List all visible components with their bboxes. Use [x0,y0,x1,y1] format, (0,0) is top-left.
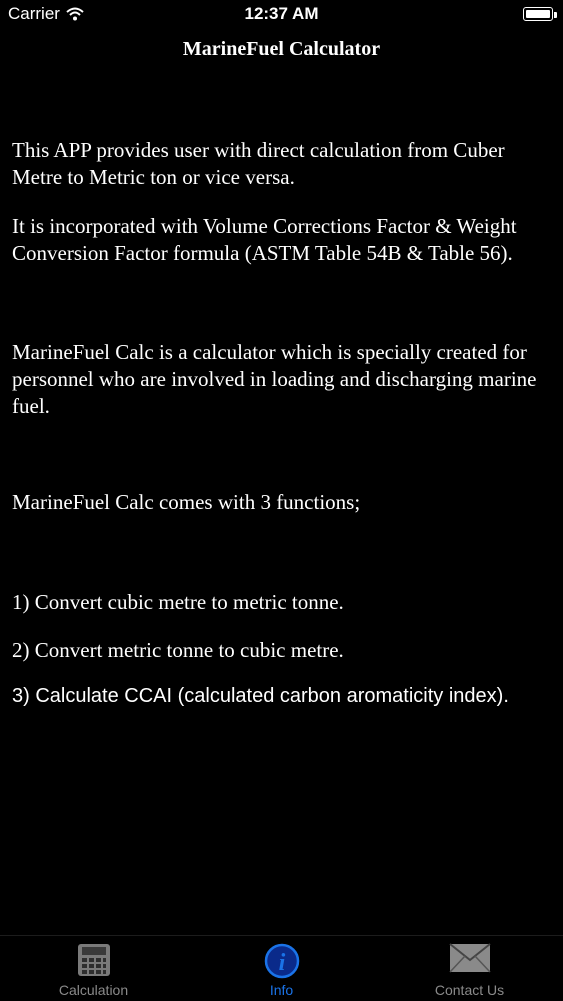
purpose-paragraph: MarineFuel Calc is a calculator which is… [12,340,537,418]
tab-bar: Calculation i Info Contact Us [0,935,563,1001]
tab-calculation-label: Calculation [58,982,129,998]
svg-text:i: i [278,950,285,976]
clock: 12:37 AM [244,4,319,23]
tab-contact[interactable]: Contact Us [376,936,563,1001]
calculator-icon [77,943,111,982]
intro-paragraph: This APP provides user with direct calcu… [12,138,505,189]
function-item-1: 1) Convert cubic metre to metric tonne. [12,590,344,614]
tab-info-label: Info [269,982,294,998]
function-item-2: 2) Convert metric tonne to cubic metre. [12,638,344,662]
tab-info[interactable]: i Info [188,936,375,1001]
page-title: MarineFuel Calculator [182,38,381,60]
tab-contact-label: Contact Us [434,982,505,998]
mail-icon [448,943,491,978]
formula-paragraph: It is incorporated with Volume Correctio… [12,214,517,265]
battery-tip [554,12,557,18]
functions-heading: MarineFuel Calc comes with 3 functions; [12,490,361,514]
function-item-3: 3) Calculate CCAI (calculated carbon aro… [12,685,509,707]
battery-icon [523,7,553,21]
info-icon: i [264,943,300,984]
status-bar: Carrier 12:37 AM [0,0,563,30]
tab-calculation[interactable]: Calculation [0,936,187,1001]
